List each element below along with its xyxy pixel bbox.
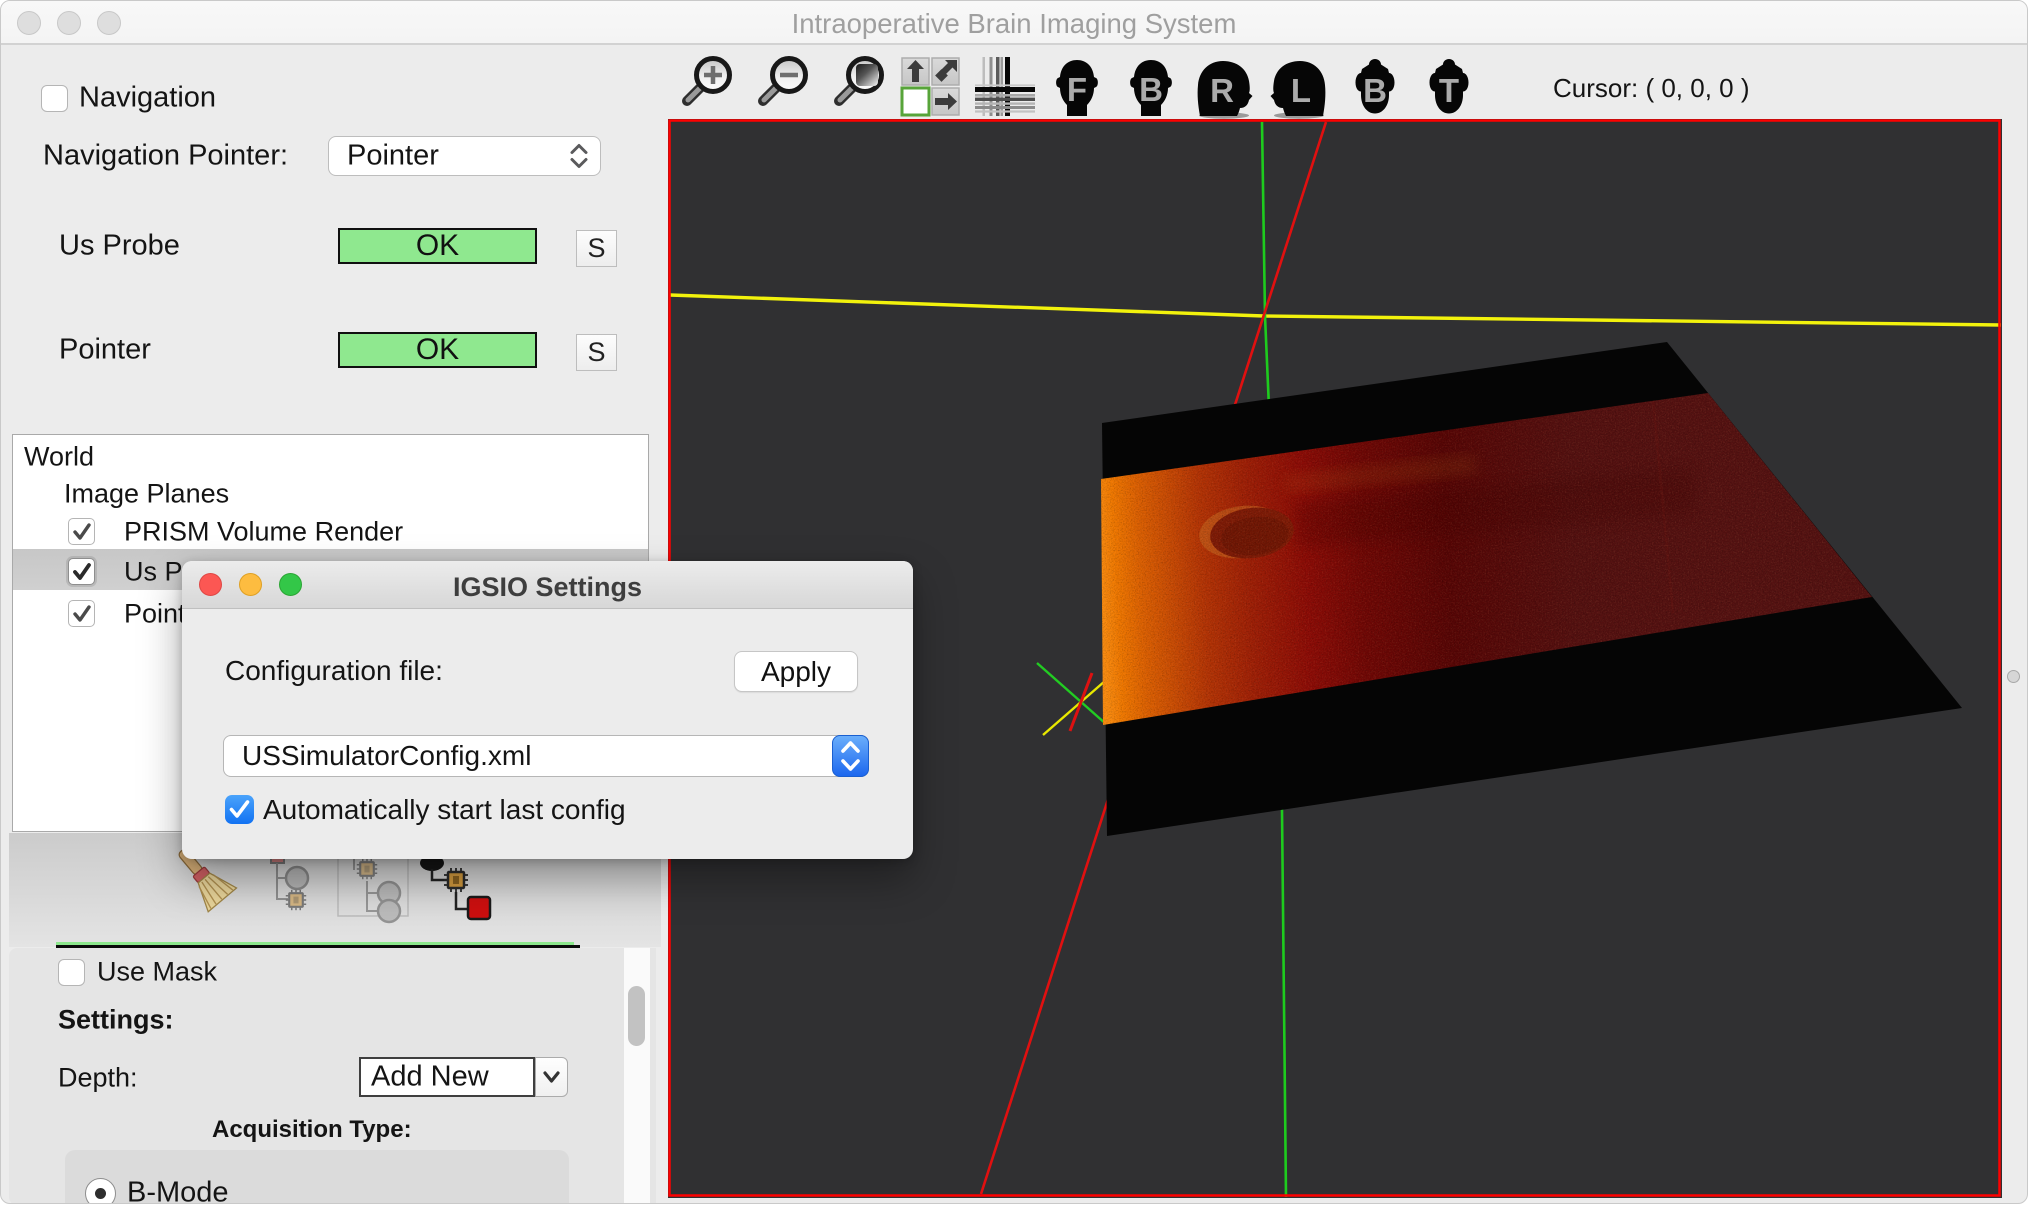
svg-text:L: L	[1291, 72, 1311, 109]
svg-text:B: B	[1363, 72, 1387, 109]
svg-text:R: R	[1210, 72, 1234, 109]
svg-text:B: B	[1139, 71, 1163, 108]
svg-text:T: T	[1439, 72, 1459, 109]
svg-text:F: F	[1067, 71, 1087, 108]
